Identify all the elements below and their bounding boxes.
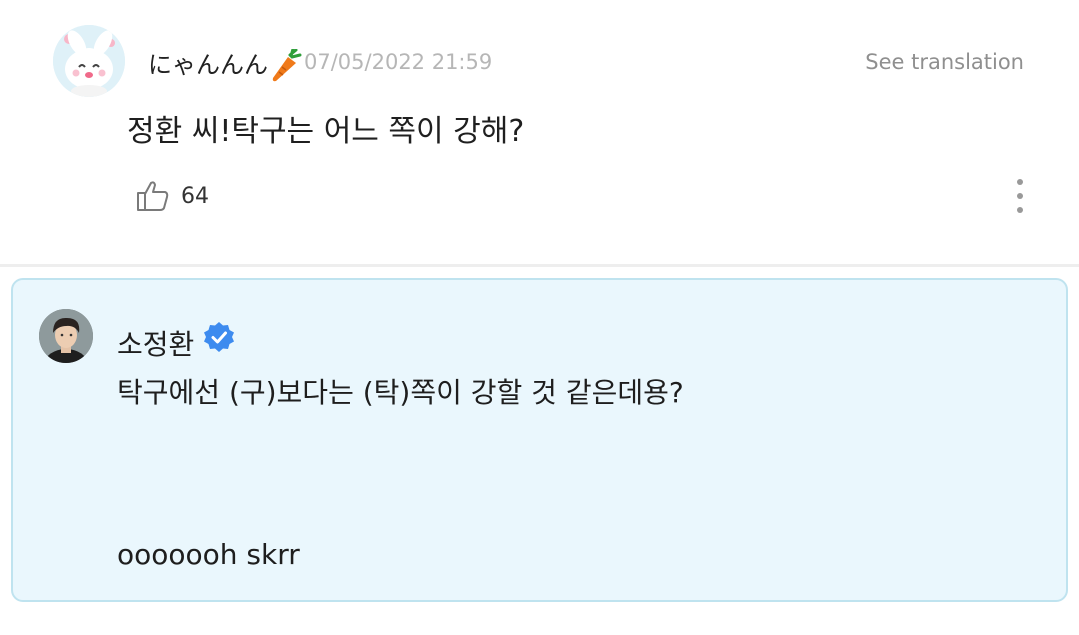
divider [0,264,1079,267]
username-text: にゃんんん [148,51,268,79]
reply-author[interactable]: 소정환 [117,323,194,363]
bunny-avatar-icon [53,25,125,97]
reply-card: 소정환 탁구에선 (구)보다는 (탁)쪽이 강할 것 같은데용? ooooooh… [11,278,1068,602]
carrot-icon [272,49,302,82]
reply-text-line: ooooooh skrr [117,538,300,571]
like-count: 64 [181,183,209,209]
thumbs-up-icon [137,181,169,211]
post-text: 정환 씨!탁구는 어느 쪽이 강해? [127,114,525,149]
reply-text-line: 탁구에선 (구)보다는 (탁)쪽이 강할 것 같은데용? [117,376,684,409]
person-avatar-icon [39,309,93,363]
see-translation-link[interactable]: See translation [865,50,1024,74]
more-options-icon[interactable] [1008,176,1032,216]
avatar[interactable] [53,25,125,97]
reply-avatar[interactable] [39,309,93,363]
post-card: にゃんんん 07/05/2022 21:59 See translation 정… [0,0,1079,265]
like-button[interactable]: 64 [135,176,209,216]
verified-badge-icon [204,322,234,352]
username[interactable]: にゃんんん [148,45,302,83]
timestamp: 07/05/2022 21:59 [304,50,493,74]
